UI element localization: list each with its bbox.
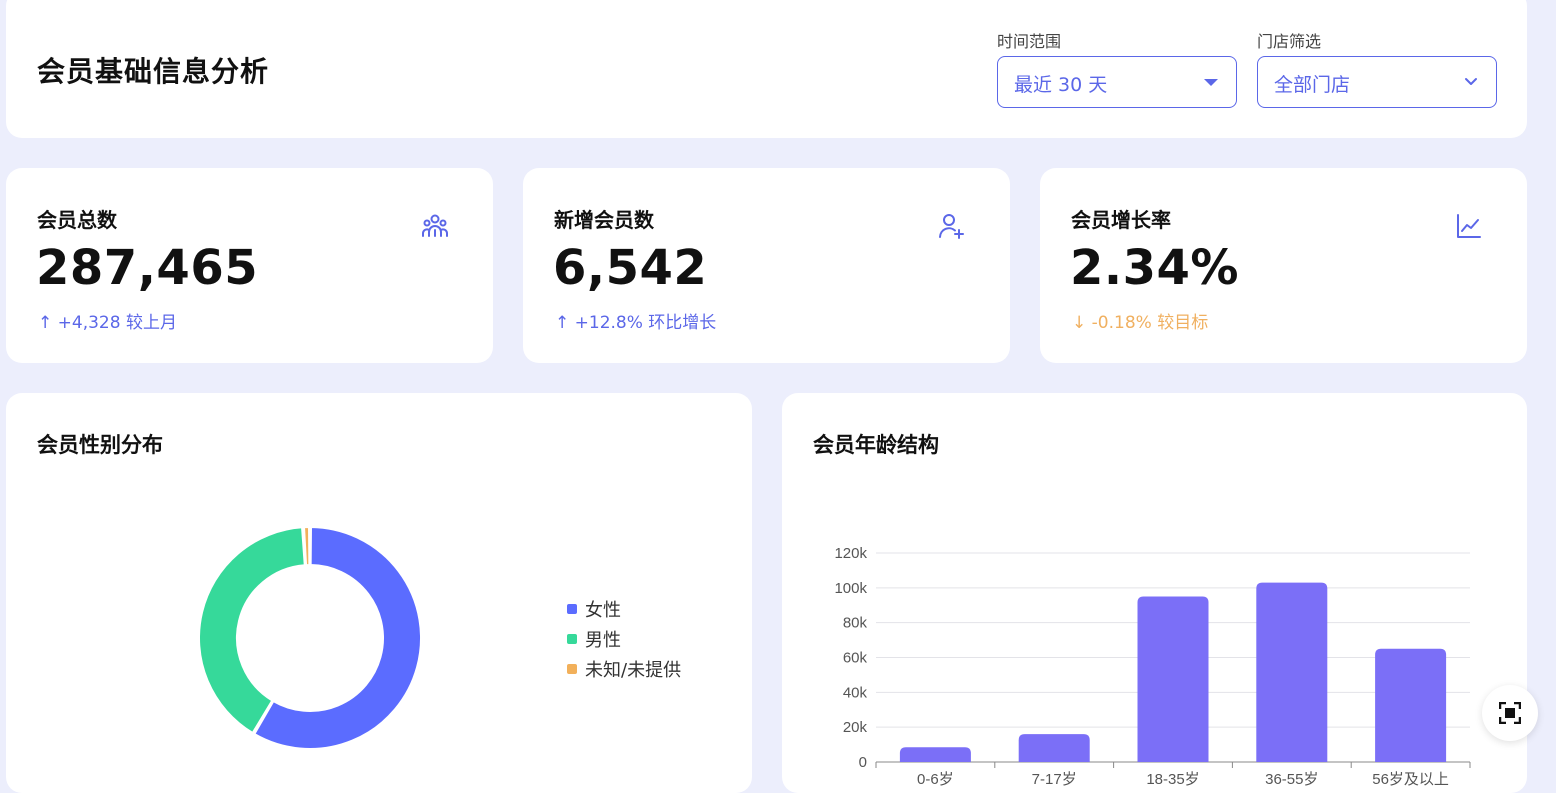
legend-label: 未知/未提供 <box>585 660 682 681</box>
x-category-label: 36-55岁 <box>1265 771 1318 788</box>
legend-swatch <box>567 604 577 614</box>
y-tick-label: 40k <box>843 684 868 701</box>
kpi-delta: ↑ +12.8% 环比增长 <box>555 313 717 333</box>
x-category-label: 18-35岁 <box>1146 771 1199 788</box>
donut-slice-2[interactable] <box>302 525 311 567</box>
kpi-delta: ↓ -0.18% 较目标 <box>1072 313 1209 333</box>
x-category-label: 7-17岁 <box>1032 771 1077 788</box>
fullscreen-icon <box>1499 702 1521 724</box>
caret-down-icon <box>1204 79 1218 86</box>
legend-item-male[interactable]: 男性 <box>567 624 681 654</box>
page-title: 会员基础信息分析 <box>37 55 270 88</box>
legend-swatch <box>567 664 577 674</box>
legend-label: 女性 <box>585 600 621 621</box>
bar-3[interactable] <box>1256 582 1328 762</box>
gender-legend: 女性 男性 未知/未提供 <box>567 594 681 684</box>
time-range-select[interactable]: 最近 30 天 <box>997 56 1237 108</box>
bar-4[interactable] <box>1375 648 1447 762</box>
store-filter-select[interactable]: 全部门店 <box>1257 56 1497 108</box>
kpi-title: 会员总数 <box>37 208 117 232</box>
bar-1[interactable] <box>1018 734 1090 762</box>
time-range-label: 时间范围 <box>997 32 1062 51</box>
kpi-card-new-members: 新增会员数 6,542 ↑ +12.8% 环比增长 <box>523 168 1010 363</box>
y-tick-label: 0 <box>859 754 867 771</box>
line-chart-icon <box>1457 214 1481 238</box>
kpi-title: 会员增长率 <box>1071 208 1171 232</box>
legend-item-unknown[interactable]: 未知/未提供 <box>567 654 681 684</box>
bar-2[interactable] <box>1137 596 1209 762</box>
gender-distribution-card: 会员性别分布 女性 男性 未知/未提供 <box>6 393 752 793</box>
user-add-icon <box>939 214 964 239</box>
y-tick-label: 80k <box>843 615 868 632</box>
store-filter-value: 全部门店 <box>1274 74 1351 96</box>
chevron-down-icon <box>1465 78 1477 85</box>
legend-label: 男性 <box>585 630 621 651</box>
y-tick-label: 120k <box>834 545 867 562</box>
kpi-card-growth-rate: 会员增长率 2.34% ↓ -0.18% 较目标 <box>1040 168 1527 363</box>
donut-slice-1[interactable] <box>198 526 306 735</box>
kpi-card-total-members: 会员总数 287,465 ↑ +4,328 较上月 <box>6 168 493 363</box>
gender-donut-chart <box>198 525 422 750</box>
age-bar-chart: 0 20k 40k 60k 80k 100k 120k 0-6岁 7-17岁 18-35岁 36-5… <box>834 545 1471 788</box>
legend-swatch <box>567 634 577 644</box>
kpi-value: 287,465 <box>36 240 259 296</box>
legend-item-female[interactable]: 女性 <box>567 594 681 624</box>
users-group-icon <box>422 214 448 237</box>
bar-0[interactable] <box>899 747 971 762</box>
age-structure-card: 会员年龄结构 0 20k 40k 60k 80k 100k 120k 0-6岁 7-17岁 18-… <box>782 393 1527 793</box>
kpi-title: 新增会员数 <box>554 208 654 232</box>
kpi-value: 6,542 <box>553 240 708 296</box>
y-tick-label: 20k <box>843 719 868 736</box>
time-range-value: 最近 30 天 <box>1014 74 1108 96</box>
fullscreen-button[interactable] <box>1482 685 1538 741</box>
header-card: 会员基础信息分析 时间范围 最近 30 天 门店筛选 全部门店 <box>6 0 1527 138</box>
store-filter-label: 门店筛选 <box>1257 32 1322 51</box>
y-tick-label: 60k <box>843 650 868 667</box>
y-tick-label: 100k <box>834 580 867 597</box>
x-category-label: 0-6岁 <box>917 771 954 788</box>
kpi-value: 2.34% <box>1070 240 1240 296</box>
kpi-delta: ↑ +4,328 较上月 <box>38 313 177 333</box>
x-category-label: 56岁及以上 <box>1372 771 1449 788</box>
